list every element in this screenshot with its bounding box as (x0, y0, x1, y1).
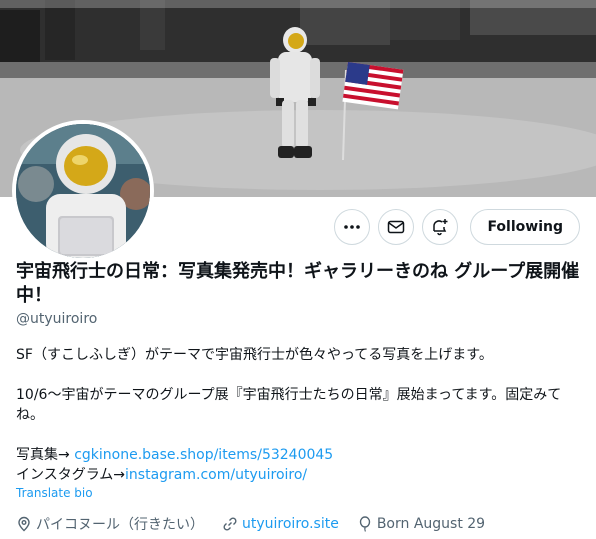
instagram-prefix: インスタグラム→ (16, 467, 126, 483)
bio-spacer (16, 365, 582, 385)
bio-line-instagram: インスタグラム→instagram.com/utyuiroiro/ (16, 465, 582, 485)
profile-actions: Following (334, 209, 580, 245)
more-button[interactable] (334, 209, 371, 245)
bio-spacer (16, 425, 582, 445)
bio-line: 10/6〜宇宙がテーマのグループ展『宇宙飛行士たちの日常』展始まってます。固定み… (16, 387, 562, 423)
bio: SF（すこしふしぎ）がテーマで宇宙飛行士が色々やってる写真を上げます。 10/6… (16, 345, 582, 485)
more-icon (344, 225, 361, 229)
user-handle: @utyuiroiro (16, 311, 98, 327)
avatar-photo (16, 124, 150, 258)
website-link[interactable]: utyuiroiro.site (242, 516, 339, 532)
website: utyuiroiro.site (222, 516, 339, 532)
location: パイコヌール（行きたい） (16, 514, 204, 534)
bio-line-shop: 写真集→ cgkinone.base.shop/items/53240045 (16, 445, 582, 465)
message-button[interactable] (378, 209, 415, 245)
location-text: パイコヌール（行きたい） (36, 517, 204, 533)
translate-bio-link[interactable]: Translate bio (16, 486, 93, 500)
display-name: 宇宙飛行士の日常：写真集発売中！ギャラリーきのね グループ展開催中！ (16, 261, 580, 306)
birthday-text: Born August 29 (376, 516, 486, 532)
shop-link[interactable]: cgkinone.base.shop/items/53240045 (74, 447, 333, 463)
mail-icon (388, 220, 405, 234)
bell-plus-icon (433, 219, 448, 236)
location-pin-icon (18, 516, 30, 532)
instagram-link[interactable]: instagram.com/utyuiroiro/ (125, 467, 307, 483)
birthday: Born August 29 (357, 516, 485, 532)
balloon-icon (359, 516, 371, 532)
profile-meta: パイコヌール（行きたい） utyuiroiro.site Born August… (16, 514, 485, 534)
shop-prefix: 写真集→ (16, 447, 75, 463)
link-icon (223, 517, 237, 531)
following-button[interactable]: Following (470, 209, 580, 245)
bio-line: SF（すこしふしぎ）がテーマで宇宙飛行士が色々やってる写真を上げます。 (16, 347, 493, 363)
avatar[interactable] (12, 120, 154, 262)
notifications-button[interactable] (422, 209, 459, 245)
